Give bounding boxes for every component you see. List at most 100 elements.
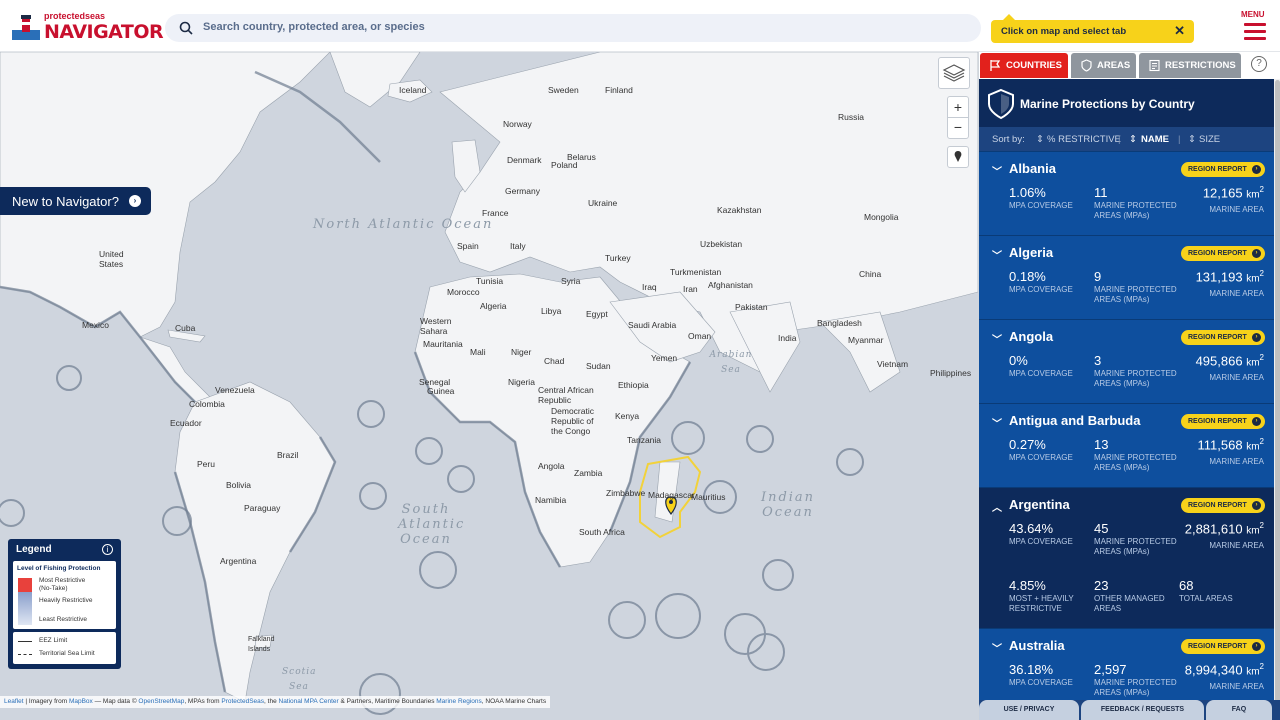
mpa-coverage-stat: 1.06% MPA COVERAGE <box>1009 185 1089 211</box>
mpa-count-stat: 9 MARINE PROTECTED AREAS (MPAs) <box>1094 269 1184 305</box>
mpa-coverage-stat: 43.64% MPA COVERAGE <box>1009 521 1089 547</box>
tab-countries[interactable]: COUNTRIES <box>980 53 1068 78</box>
chevron-right-icon: › <box>1252 417 1261 426</box>
map-label: Algeria <box>480 301 507 311</box>
map-label: Ecuador <box>170 418 202 428</box>
chevron-down-icon[interactable]: ﹀ <box>992 331 1002 346</box>
locate-button[interactable] <box>947 146 969 168</box>
mpa-count-stat: 11 MARINE PROTECTED AREAS (MPAs) <box>1094 185 1184 221</box>
attribution-mapbox-link[interactable]: MapBox <box>69 698 93 705</box>
region-report-button[interactable]: REGION REPORT › <box>1181 330 1265 345</box>
region-report-label: REGION REPORT <box>1188 418 1247 425</box>
help-icon[interactable]: ? <box>1251 56 1267 72</box>
hint-text: Click on map and select tab <box>1001 26 1127 37</box>
legend-title: Legend <box>16 544 52 555</box>
country-row[interactable]: ﹀ Algeria REGION REPORT › 0.18% MPA COVERAGE 9… <box>979 235 1274 319</box>
world-map[interactable]: Iceland Sweden Finland Norway Russia Denmark B… <box>0 52 978 720</box>
list-icon <box>1149 59 1160 72</box>
tab-restrictions-label: RESTRICTIONS <box>1165 60 1236 71</box>
coverage-label: MPA COVERAGE <box>1009 285 1073 294</box>
hamburger-icon-line <box>1244 37 1266 40</box>
faq-link[interactable]: FAQ <box>1206 700 1272 720</box>
mpa-count-value: 9 <box>1094 269 1102 284</box>
info-icon[interactable]: i <box>102 544 113 555</box>
map-label: Libya <box>541 306 562 316</box>
zoom-in-button[interactable]: + <box>947 96 969 118</box>
mpa-count-label: MARINE PROTECTED AREAS (MPAs) <box>1094 453 1177 472</box>
chevron-down-icon[interactable]: ﹀ <box>992 163 1002 178</box>
map-label: Myanmar <box>848 335 884 345</box>
other-label: OTHER MANAGED AREAS <box>1094 594 1165 613</box>
search-icon <box>179 21 193 35</box>
marine-area-stat: 12,165 km2 MARINE AREA <box>1174 185 1264 215</box>
chevron-down-icon[interactable]: ﹀ <box>992 640 1002 655</box>
region-report-button[interactable]: REGION REPORT › <box>1181 162 1265 177</box>
mpa-count-label: MARINE PROTECTED AREAS (MPAs) <box>1094 285 1177 304</box>
map-label: Mongolia <box>864 212 899 222</box>
map-label: Germany <box>505 186 540 196</box>
attribution-leaflet-link[interactable]: Leaflet <box>4 698 24 705</box>
region-report-button[interactable]: REGION REPORT › <box>1181 639 1265 654</box>
chevron-down-icon[interactable]: ﹀ <box>992 247 1002 262</box>
close-icon[interactable]: ✕ <box>1174 23 1185 39</box>
sort-icon: ⇕ <box>1188 134 1196 145</box>
coverage-value: 0.27% <box>1009 437 1046 452</box>
marine-area-value: 8,994,340 <box>1184 662 1243 678</box>
menu-button[interactable]: MENU <box>1238 10 1272 44</box>
layers-button[interactable] <box>938 57 970 89</box>
attribution-nmc-link[interactable]: National MPA Center <box>279 698 339 705</box>
region-report-label: REGION REPORT <box>1188 334 1247 341</box>
marine-area-value: 2,881,610 <box>1184 521 1243 537</box>
map-label: Madagascar <box>648 490 695 500</box>
country-row[interactable]: ﹀ Antigua and Barbuda REGION REPORT › 0.27% M… <box>979 403 1274 487</box>
map-label: Turkey <box>605 253 631 263</box>
chevron-up-icon[interactable]: ︿ <box>992 499 1002 514</box>
marine-area-stat: 2,881,610 km2 MARINE AREA <box>1174 521 1264 551</box>
new-to-navigator-button[interactable]: New to Navigator? › <box>0 187 151 215</box>
map-label: Oman <box>688 331 712 341</box>
legend-territorial: Territorial Sea Limit <box>39 650 95 657</box>
map-label: Zambia <box>574 468 603 478</box>
map-label: Bangladesh <box>817 318 862 328</box>
search-input[interactable]: Search country, protected area, or speci… <box>165 14 981 42</box>
feedback-link[interactable]: FEEDBACK / REQUESTS <box>1081 700 1204 720</box>
marine-area-unit: km <box>1246 525 1260 537</box>
menu-label: MENU <box>1241 10 1265 19</box>
tab-areas[interactable]: AREAS <box>1071 53 1136 78</box>
region-report-label: REGION REPORT <box>1188 166 1247 173</box>
pin-icon <box>954 151 962 162</box>
zoom-out-button[interactable]: − <box>947 117 969 139</box>
use-privacy-link[interactable]: USE / PRIVACY <box>979 700 1079 720</box>
map-label: India <box>778 333 797 343</box>
sort-restrictive[interactable]: % RESTRICTIVE <box>1047 134 1121 145</box>
sort-size[interactable]: SIZE <box>1199 134 1220 145</box>
tab-restrictions[interactable]: RESTRICTIONS <box>1139 53 1241 78</box>
logo-subtitle: protectedseas <box>44 11 106 21</box>
sort-name[interactable]: NAME <box>1141 134 1169 145</box>
country-row[interactable]: ﹀ Angola REGION REPORT › 0% MPA COVERAGE 3 MARI… <box>979 319 1274 403</box>
region-report-button[interactable]: REGION REPORT › <box>1181 414 1265 429</box>
other-areas-stat: 23 OTHER MANAGED AREAS <box>1094 578 1174 614</box>
sort-icon: ⇕ <box>1129 134 1137 145</box>
country-row[interactable]: ﹀ Albania REGION REPORT › 1.06% MPA COVERAGE 1… <box>979 151 1274 235</box>
map-label: Denmark <box>507 155 542 165</box>
chevron-down-icon[interactable]: ﹀ <box>992 415 1002 430</box>
region-report-label: REGION REPORT <box>1188 502 1247 509</box>
map-label: Argentina <box>220 556 257 566</box>
attribution-ps-link[interactable]: ProtectedSeas <box>221 698 264 705</box>
scrollbar-thumb[interactable] <box>1275 80 1280 720</box>
map-label: Paraguay <box>244 503 281 513</box>
navigator-logo[interactable]: protectedseas NAVIGATOR <box>12 8 164 44</box>
region-report-button[interactable]: REGION REPORT › <box>1181 498 1265 513</box>
marine-area-value: 131,193 <box>1195 269 1243 285</box>
attribution-text: & Partners, Maritime Boundaries <box>338 698 437 705</box>
country-row[interactable]: ︿ Argentina REGION REPORT › 43.64% MPA COVERA… <box>979 487 1274 628</box>
region-report-button[interactable]: REGION REPORT › <box>1181 246 1265 261</box>
attribution-osm-link[interactable]: OpenStreetMap <box>138 698 184 705</box>
ocean-label: Arabian Sea <box>709 350 753 375</box>
attribution-mr-link[interactable]: Marine Regions <box>436 698 482 705</box>
mpa-coverage-stat: 0.27% MPA COVERAGE <box>1009 437 1089 463</box>
sort-bar: Sort by: ⇕ % RESTRICTIVE | ⇕ NAME | ⇕ SI… <box>979 127 1274 151</box>
divider: | <box>1178 134 1181 145</box>
chevron-right-icon: › <box>1252 165 1261 174</box>
